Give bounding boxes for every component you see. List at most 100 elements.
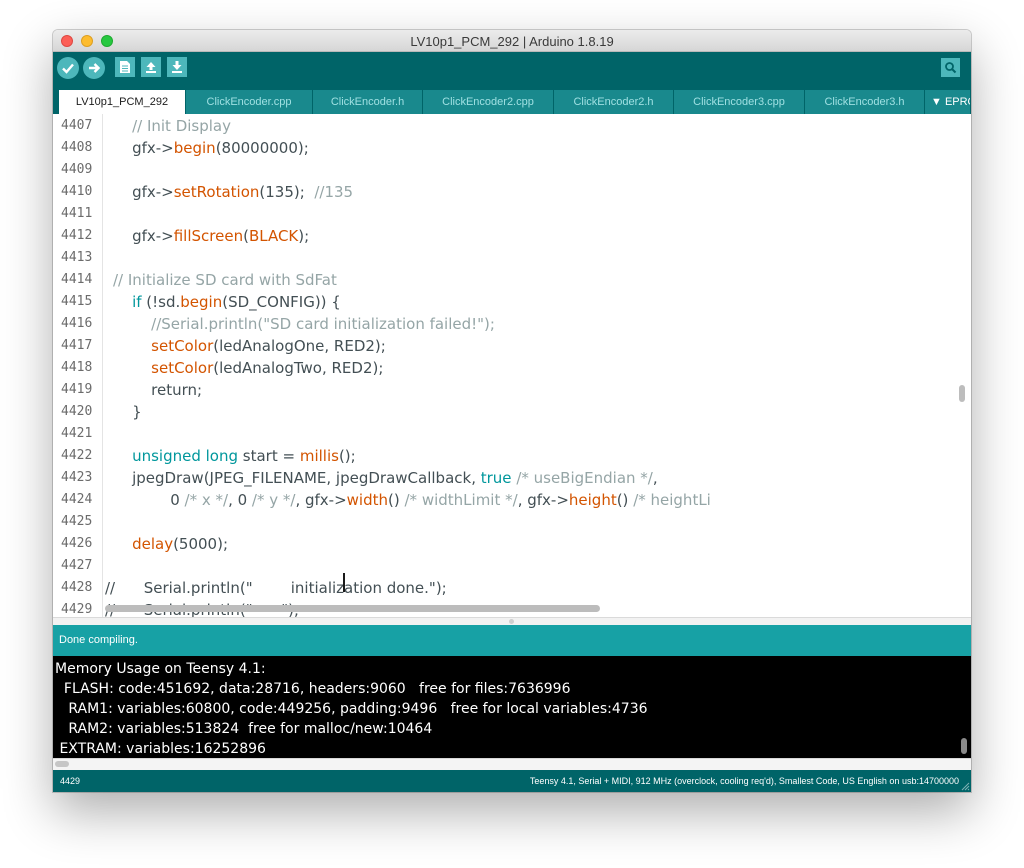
code-token: (SD_CONFIG)) { [222, 293, 341, 311]
code-token-function: delay [132, 535, 174, 553]
code-token: (!sd. [141, 293, 181, 311]
code-line-4407: // Init Display [113, 117, 231, 135]
console-line: Memory Usage on Teensy 4.1: [55, 661, 266, 677]
code-token-function: setRotation [173, 183, 260, 201]
code-line-4426: delay(5000); [113, 535, 228, 553]
line-number: 4416 [61, 316, 93, 331]
code-token: , gfx-> [295, 491, 347, 509]
tab-clickencoder3-cpp[interactable]: ClickEncoder3.cpp [674, 90, 805, 114]
code-token-function: width [346, 491, 389, 509]
text-cursor [343, 573, 345, 592]
code-token: (ledAnalogOne, RED2); [213, 337, 386, 355]
code-token: start = [238, 447, 300, 465]
code-line-4417: setColor(ledAnalogOne, RED2); [113, 337, 386, 355]
line-number: 4421 [61, 426, 93, 441]
tab-clickencoder2-h[interactable]: ClickEncoder2.h [554, 90, 674, 114]
code-token-function: millis [299, 447, 339, 465]
status-bar: Done compiling. [53, 625, 971, 656]
code-editor[interactable]: 4407 4408 4409 4410 4411 4412 4413 4414 … [53, 114, 971, 617]
code-token: gfx-> [113, 139, 174, 157]
open-icon [146, 62, 156, 73]
tab-clickencoder-cpp[interactable]: ClickEncoder.cpp [186, 90, 313, 114]
code-token-comment: //135 [314, 183, 354, 201]
code-token: ); [298, 227, 310, 245]
line-number: 4429 [61, 602, 93, 617]
code-line-4408: gfx->begin(80000000); [113, 139, 309, 157]
code-token-function: setColor [151, 337, 214, 355]
console-output[interactable]: Memory Usage on Teensy 4.1: FLASH: code:… [53, 656, 971, 758]
line-number: 4412 [61, 228, 93, 243]
line-number: 4409 [61, 162, 93, 177]
code-token-keyword: long [205, 447, 239, 465]
new-sketch-button[interactable] [115, 57, 135, 77]
line-number: 4413 [61, 250, 93, 265]
line-number: 4419 [61, 382, 93, 397]
console-line: RAM2: variables:513824 free for malloc/n… [55, 721, 433, 737]
editor-vertical-scrollbar[interactable] [959, 385, 965, 402]
code-line-4410: gfx->setRotation(135); //135 [113, 183, 353, 201]
line-number: 4415 [61, 294, 93, 309]
code-token: (80000000); [215, 139, 309, 157]
code-token: gfx-> [113, 227, 174, 245]
code-token: , [652, 469, 658, 487]
code-token-constant: BLACK [248, 227, 299, 245]
line-number: 4418 [61, 360, 93, 375]
code-line-4412: gfx->fillScreen(BLACK); [113, 227, 309, 245]
code-token-comment: /* useBigEndian */ [516, 469, 653, 487]
serial-monitor-icon [945, 62, 957, 74]
line-number: 4414 [61, 272, 93, 287]
tab-clickencoder2-cpp[interactable]: ClickEncoder2.cpp [423, 90, 554, 114]
code-line-4428: // Serial.println(" initialization done.… [105, 579, 447, 597]
code-token-comment: /* heightLi [633, 491, 711, 509]
save-sketch-button[interactable] [167, 57, 187, 77]
code-token-comment: /* widthLimit */ [404, 491, 518, 509]
line-number: 4420 [61, 404, 93, 419]
code-token-comment: /* y */ [251, 491, 296, 509]
console-vertical-scrollbar[interactable] [961, 738, 967, 754]
code-token: , gfx-> [517, 491, 569, 509]
line-number: 4427 [61, 558, 93, 573]
upload-button[interactable] [83, 57, 105, 79]
open-sketch-button[interactable] [141, 57, 161, 77]
tab-bar: LV10p1_PCM_292 ClickEncoder.cpp ClickEnc… [53, 87, 971, 114]
verify-button[interactable] [57, 57, 79, 79]
line-number: 4425 [61, 514, 93, 529]
tab-clickencoder-h[interactable]: ClickEncoder.h [313, 90, 423, 114]
console-horizontal-scrollbar[interactable] [53, 758, 971, 770]
code-token-function: setColor [151, 359, 214, 377]
code-line-4424: 0 /* x */, 0 /* y */, gfx->width() /* wi… [113, 491, 711, 509]
code-line-4416: //Serial.println("SD card initialization… [113, 315, 495, 333]
code-token: gfx-> [113, 183, 174, 201]
code-token-keyword: if [132, 293, 142, 311]
console-horizontal-scrollbar-thumb[interactable] [55, 761, 69, 767]
console-line: FLASH: code:451692, data:28716, headers:… [55, 681, 571, 697]
status-message: Done compiling. [59, 634, 138, 646]
code-token: (5000); [173, 535, 229, 553]
tab-menu-dropdown[interactable]: ▼ EPRO [925, 90, 971, 114]
arduino-ide-window: LV10p1_PCM_292 | Arduino 1.8.19 LV10p1_P… [53, 30, 971, 792]
code-token: () [388, 491, 405, 509]
code-line-4419: return; [113, 381, 203, 399]
editor-horizontal-scrollbar[interactable] [105, 605, 600, 612]
resize-grip-icon[interactable] [961, 782, 970, 791]
line-number: 4411 [61, 206, 93, 221]
code-token: (135); [259, 183, 315, 201]
code-token-function: begin [173, 139, 216, 157]
code-line-4415: if (!sd.begin(SD_CONFIG)) { [113, 293, 341, 311]
code-token: , 0 [228, 491, 252, 509]
code-line-4418: setColor(ledAnalogTwo, RED2); [113, 359, 383, 377]
tab-lv10p1-pcm-292[interactable]: LV10p1_PCM_292 [59, 90, 186, 114]
code-token: () [616, 491, 634, 509]
code-line-4423: jpegDraw(JPEG_FILENAME, jpegDrawCallback… [113, 469, 658, 487]
line-number: 4424 [61, 492, 93, 507]
splitter-handle[interactable] [509, 619, 514, 624]
board-info: Teensy 4.1, Serial + MIDI, 912 MHz (over… [529, 776, 959, 786]
pane-splitter[interactable] [53, 617, 971, 625]
tab-clickencoder3-h[interactable]: ClickEncoder3.h [805, 90, 925, 114]
serial-monitor-button[interactable] [941, 58, 960, 77]
toolbar [53, 52, 971, 87]
